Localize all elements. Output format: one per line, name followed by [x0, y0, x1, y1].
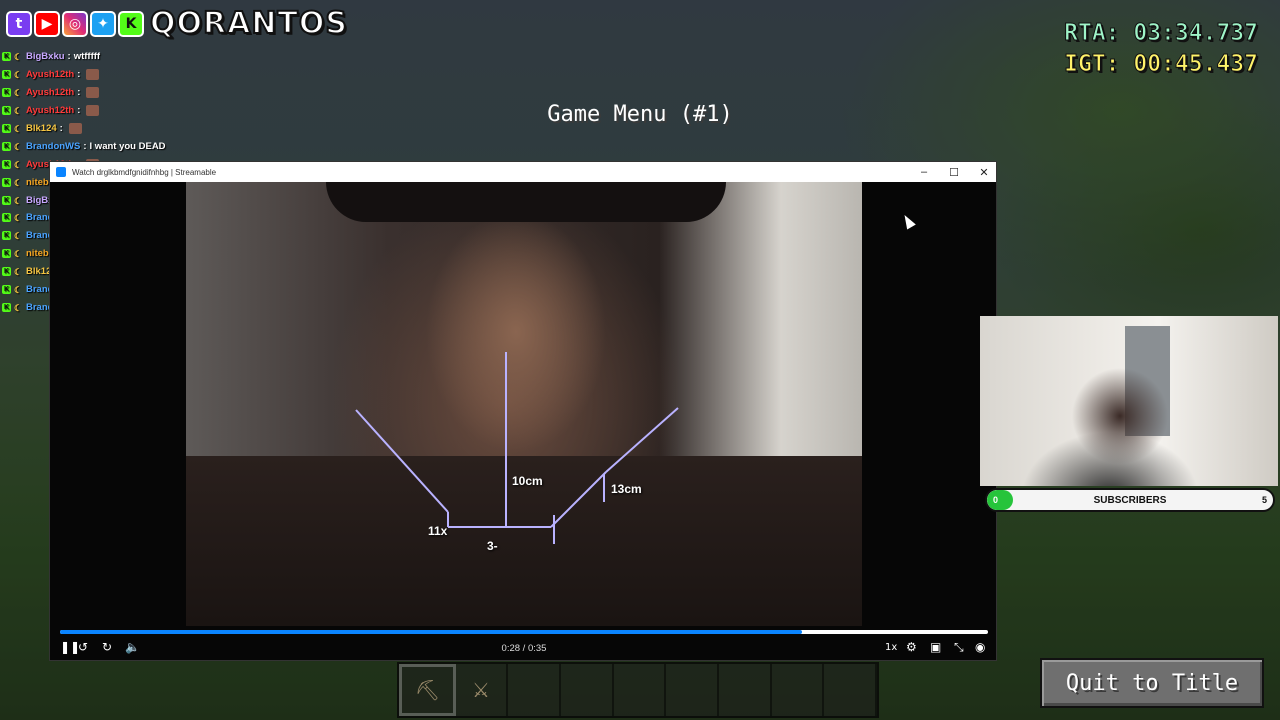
moon-badge-icon: ☾ [14, 267, 23, 278]
instagram-icon: ◎ [62, 10, 88, 37]
kick-badge-icon: K [2, 70, 11, 80]
chat-separator: : [77, 69, 81, 81]
social-header: t ▶ ◎ ✦ K QORANTOS [6, 5, 349, 42]
minimize-button[interactable]: – [918, 166, 930, 178]
pip-icon[interactable]: ▣ [930, 640, 941, 654]
label-right: 13cm [611, 482, 642, 496]
fullscreen-exit-icon[interactable]: ⤡ [954, 640, 964, 655]
hotbar-slot[interactable] [772, 664, 825, 716]
quit-to-title-button[interactable]: Quit to Title [1040, 658, 1264, 708]
chat-line: K ☾ BigBxku: wtfffff [2, 48, 332, 66]
moon-badge-icon: ☾ [14, 285, 23, 296]
igt-timer: IGT: 00:45.437 [1064, 51, 1259, 78]
close-button[interactable]: ✕ [978, 166, 990, 179]
streamable-logo-icon[interactable]: ◉ [975, 640, 985, 654]
kick-badge-icon: K [2, 249, 11, 259]
moon-badge-icon: ☾ [14, 177, 23, 188]
chat-message: wtfffff [73, 51, 101, 63]
window-titlebar[interactable]: Watch drglkbmdfgnidifnhbg | Streamable –… [50, 162, 996, 182]
kick-badge-icon: K [2, 88, 11, 98]
video-time: 0:28 / 0:35 [501, 643, 547, 654]
video-frame[interactable]: 10cm 13cm 11x 3- [186, 182, 862, 626]
subscriber-goal-label: SUBSCRIBERS [1093, 495, 1167, 506]
hotbar-slot[interactable] [561, 664, 614, 716]
moon-badge-icon: ☾ [14, 195, 23, 206]
kick-badge-icon: K [2, 267, 11, 277]
chat-username: BrandonWS [26, 140, 81, 152]
chat-line: K☾Ayush12th: [2, 66, 332, 84]
kick-icon: K [118, 10, 144, 37]
label-bottom: 3- [487, 539, 498, 553]
chat-username: Ayush12th [26, 69, 75, 81]
hotbar-slot[interactable] [666, 664, 720, 716]
video-progress-fill [60, 630, 803, 634]
chat-line: K☾Ayush12th: [2, 84, 332, 102]
rta-timer: RTA: 03:34.737 [1064, 20, 1259, 47]
twitter-icon: ✦ [90, 10, 116, 37]
streamer-name: QORANTOS [149, 5, 349, 42]
speed-button[interactable]: 1x [885, 642, 897, 653]
moon-badge-icon: ☾ [14, 88, 23, 99]
shovel-icon: ⛏ [414, 679, 441, 702]
label-left: 11x [428, 524, 448, 538]
settings-icon[interactable]: ⚙ [906, 640, 917, 654]
kick-badge-icon: K [2, 302, 11, 312]
label-vertical: 10cm [512, 474, 543, 488]
kick-badge-icon: K [2, 52, 11, 62]
moon-badge-icon: ☾ [14, 70, 23, 81]
hotbar-slot[interactable] [824, 664, 878, 716]
window-controls: – ☐ ✕ [918, 162, 990, 182]
moon-badge-icon: ☾ [14, 213, 23, 224]
hotbar-slot[interactable] [719, 664, 772, 716]
streamable-favicon-icon [56, 167, 66, 177]
moon-badge-icon: ☾ [14, 249, 23, 260]
kick-badge-icon: K [2, 213, 11, 223]
kick-badge-icon: K [2, 177, 11, 187]
chat-line: K ☾ BrandonWS: I want you DEAD [2, 137, 332, 155]
chat-separator: : [83, 140, 87, 152]
kick-badge-icon: K [2, 159, 11, 169]
chat-username: BigBxku [26, 51, 65, 63]
hotbar-slot-shovel[interactable]: ⛏ [399, 664, 456, 716]
video-controls: ❚❚ ↺ ↻ 🔈 0:28 / 0:35 1x ⚙ ▣ ⤡ ◉ [50, 640, 996, 658]
webcam-person [1020, 356, 1200, 486]
hotbar-slot-sword[interactable]: ⚔ [456, 664, 509, 716]
kick-badge-icon: K [2, 141, 11, 151]
kick-badge-icon: K [2, 195, 11, 205]
chat-emote [86, 69, 100, 81]
subscriber-goal-bar: 0 SUBSCRIBERS 5 [985, 488, 1275, 512]
chat-separator: : [77, 87, 81, 99]
moon-badge-icon: ☾ [14, 231, 23, 242]
subscriber-goal-target: 5 [1261, 495, 1267, 505]
moon-badge-icon: ☾ [14, 52, 23, 63]
minecraft-hotbar: ⛏ ⚔ [397, 662, 879, 718]
moon-badge-icon: ☾ [14, 159, 23, 170]
youtube-icon: ▶ [34, 10, 60, 37]
chat-emote [86, 87, 100, 99]
kick-badge-icon: K [2, 285, 11, 295]
maximize-button[interactable]: ☐ [948, 166, 960, 179]
video-progress-bar[interactable] [60, 630, 988, 634]
chat-message: I want you DEAD [89, 140, 166, 152]
hotbar-slot[interactable] [508, 664, 562, 716]
hotbar-slot[interactable] [614, 664, 667, 716]
sword-icon: ⚔ [472, 679, 490, 702]
moon-badge-icon: ☾ [14, 141, 23, 152]
chat-separator: : [67, 51, 71, 63]
kick-badge-icon: K [2, 231, 11, 241]
twitch-icon: t [6, 10, 32, 37]
game-menu-title: Game Menu (#1) [547, 102, 733, 127]
jaw-measurement-lines [355, 352, 679, 544]
webcam-feed [980, 316, 1278, 486]
streamable-window[interactable]: Watch drglkbmdfgnidifnhbg | Streamable –… [49, 161, 997, 661]
speedrun-timer: RTA: 03:34.737 IGT: 00:45.437 [1064, 18, 1259, 80]
moon-badge-icon: ☾ [14, 302, 23, 313]
window-title: Watch drglkbmdfgnidifnhbg | Streamable [72, 167, 217, 177]
chat-username: Ayush12th [26, 87, 75, 99]
